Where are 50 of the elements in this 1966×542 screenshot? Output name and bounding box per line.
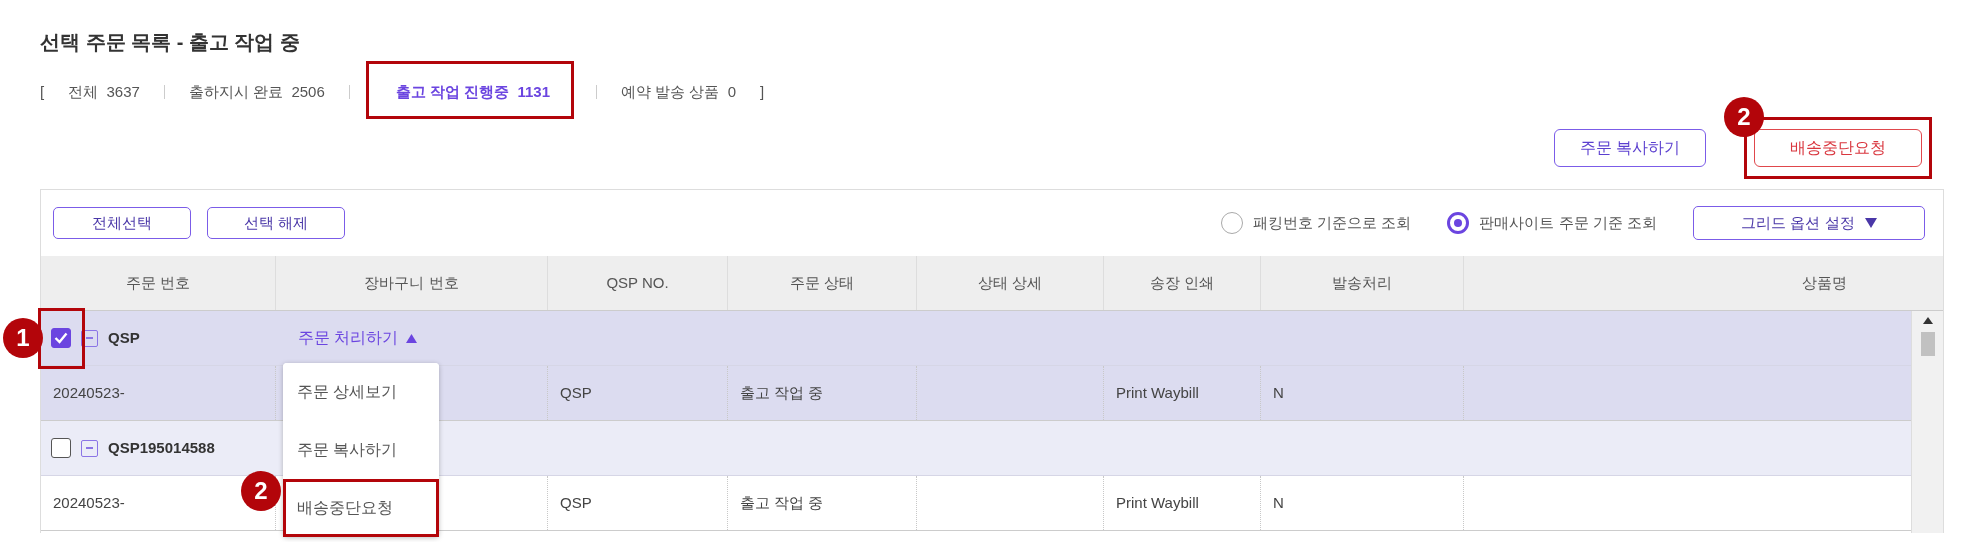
table-cell-text: 출고 작업 중 bbox=[740, 492, 824, 513]
radio-label: 패킹번호 기준으로 조회 bbox=[1253, 212, 1412, 233]
column-header: 장바구니 번호 bbox=[276, 256, 548, 310]
status-filter-link[interactable]: 출하지시 완료 2506 bbox=[164, 80, 349, 104]
table-cell-text: 출고 작업 중 bbox=[740, 382, 824, 403]
column-header: QSP NO. bbox=[548, 256, 728, 310]
table-cell-text: 20240523- bbox=[53, 492, 125, 513]
action-button[interactable]: 배송중단요청 bbox=[1754, 129, 1922, 167]
column-header: 주문 상태 bbox=[728, 256, 917, 310]
collapse-icon[interactable] bbox=[81, 329, 98, 347]
table-cell-text: Print Waybill bbox=[1116, 492, 1199, 513]
caret-icon bbox=[1864, 218, 1877, 228]
page-title: 선택 주문 목록 - 출고 작업 중 bbox=[40, 30, 301, 54]
group-order-text: QSP195014588 bbox=[108, 437, 215, 458]
table-cell-text: 20240523- bbox=[53, 382, 125, 403]
bracket-text: [ bbox=[40, 81, 45, 102]
checkbox[interactable] bbox=[51, 328, 71, 348]
table-cell-text: Print Waybill bbox=[1116, 382, 1199, 403]
table-cell-text: QSP bbox=[560, 382, 592, 403]
column-header: 상품명 bbox=[1801, 272, 1848, 293]
menu-item[interactable]: 주문 상세보기 bbox=[283, 363, 439, 421]
column-header: 발송처리 bbox=[1261, 256, 1464, 310]
status-filter-link[interactable]: 전체 3637 bbox=[44, 80, 164, 104]
scrollbar[interactable] bbox=[1911, 311, 1943, 533]
step-badge: 1 bbox=[3, 318, 43, 358]
process-order-link[interactable]: 주문 처리하기 bbox=[297, 326, 418, 350]
checkbox[interactable] bbox=[51, 438, 71, 458]
toolbar-button[interactable]: 선택 해제 bbox=[207, 206, 345, 240]
scroll-up-icon[interactable] bbox=[1922, 317, 1933, 324]
table-cell-text: N bbox=[1273, 382, 1284, 403]
toolbar-button[interactable]: 전체선택 bbox=[53, 206, 191, 240]
menu-item[interactable]: 배송중단요청 bbox=[283, 479, 439, 537]
radio-label: 판매사이트 주문 기준 조회 bbox=[1479, 212, 1657, 233]
column-header: 송장 인쇄 bbox=[1104, 256, 1261, 310]
table-cell-text: QSP bbox=[560, 492, 592, 513]
group-order-text: QSP bbox=[108, 327, 140, 348]
radio-option[interactable]: 패킹번호 기준으로 조회 bbox=[1221, 211, 1412, 235]
radio-option[interactable]: 판매사이트 주문 기준 조회 bbox=[1447, 211, 1657, 235]
action-button[interactable]: 주문 복사하기 bbox=[1554, 129, 1706, 167]
bracket-text: ] bbox=[760, 81, 765, 102]
status-filter-link[interactable]: 출고 작업 진행중 1131 bbox=[371, 80, 574, 104]
scroll-thumb[interactable] bbox=[1920, 332, 1935, 356]
step-badge: 2 bbox=[1724, 97, 1764, 137]
menu-item[interactable]: 주문 복사하기 bbox=[283, 421, 439, 479]
table-cell-text: N bbox=[1273, 492, 1284, 513]
column-header: 주문 번호 bbox=[41, 256, 276, 310]
grid-options-button[interactable]: 그리드 옵션 설정 bbox=[1693, 205, 1925, 241]
column-header: 상태 상세 bbox=[917, 256, 1104, 310]
collapse-icon[interactable] bbox=[81, 439, 98, 457]
status-filter-link[interactable]: 예약 발송 상품 0 bbox=[597, 80, 760, 104]
